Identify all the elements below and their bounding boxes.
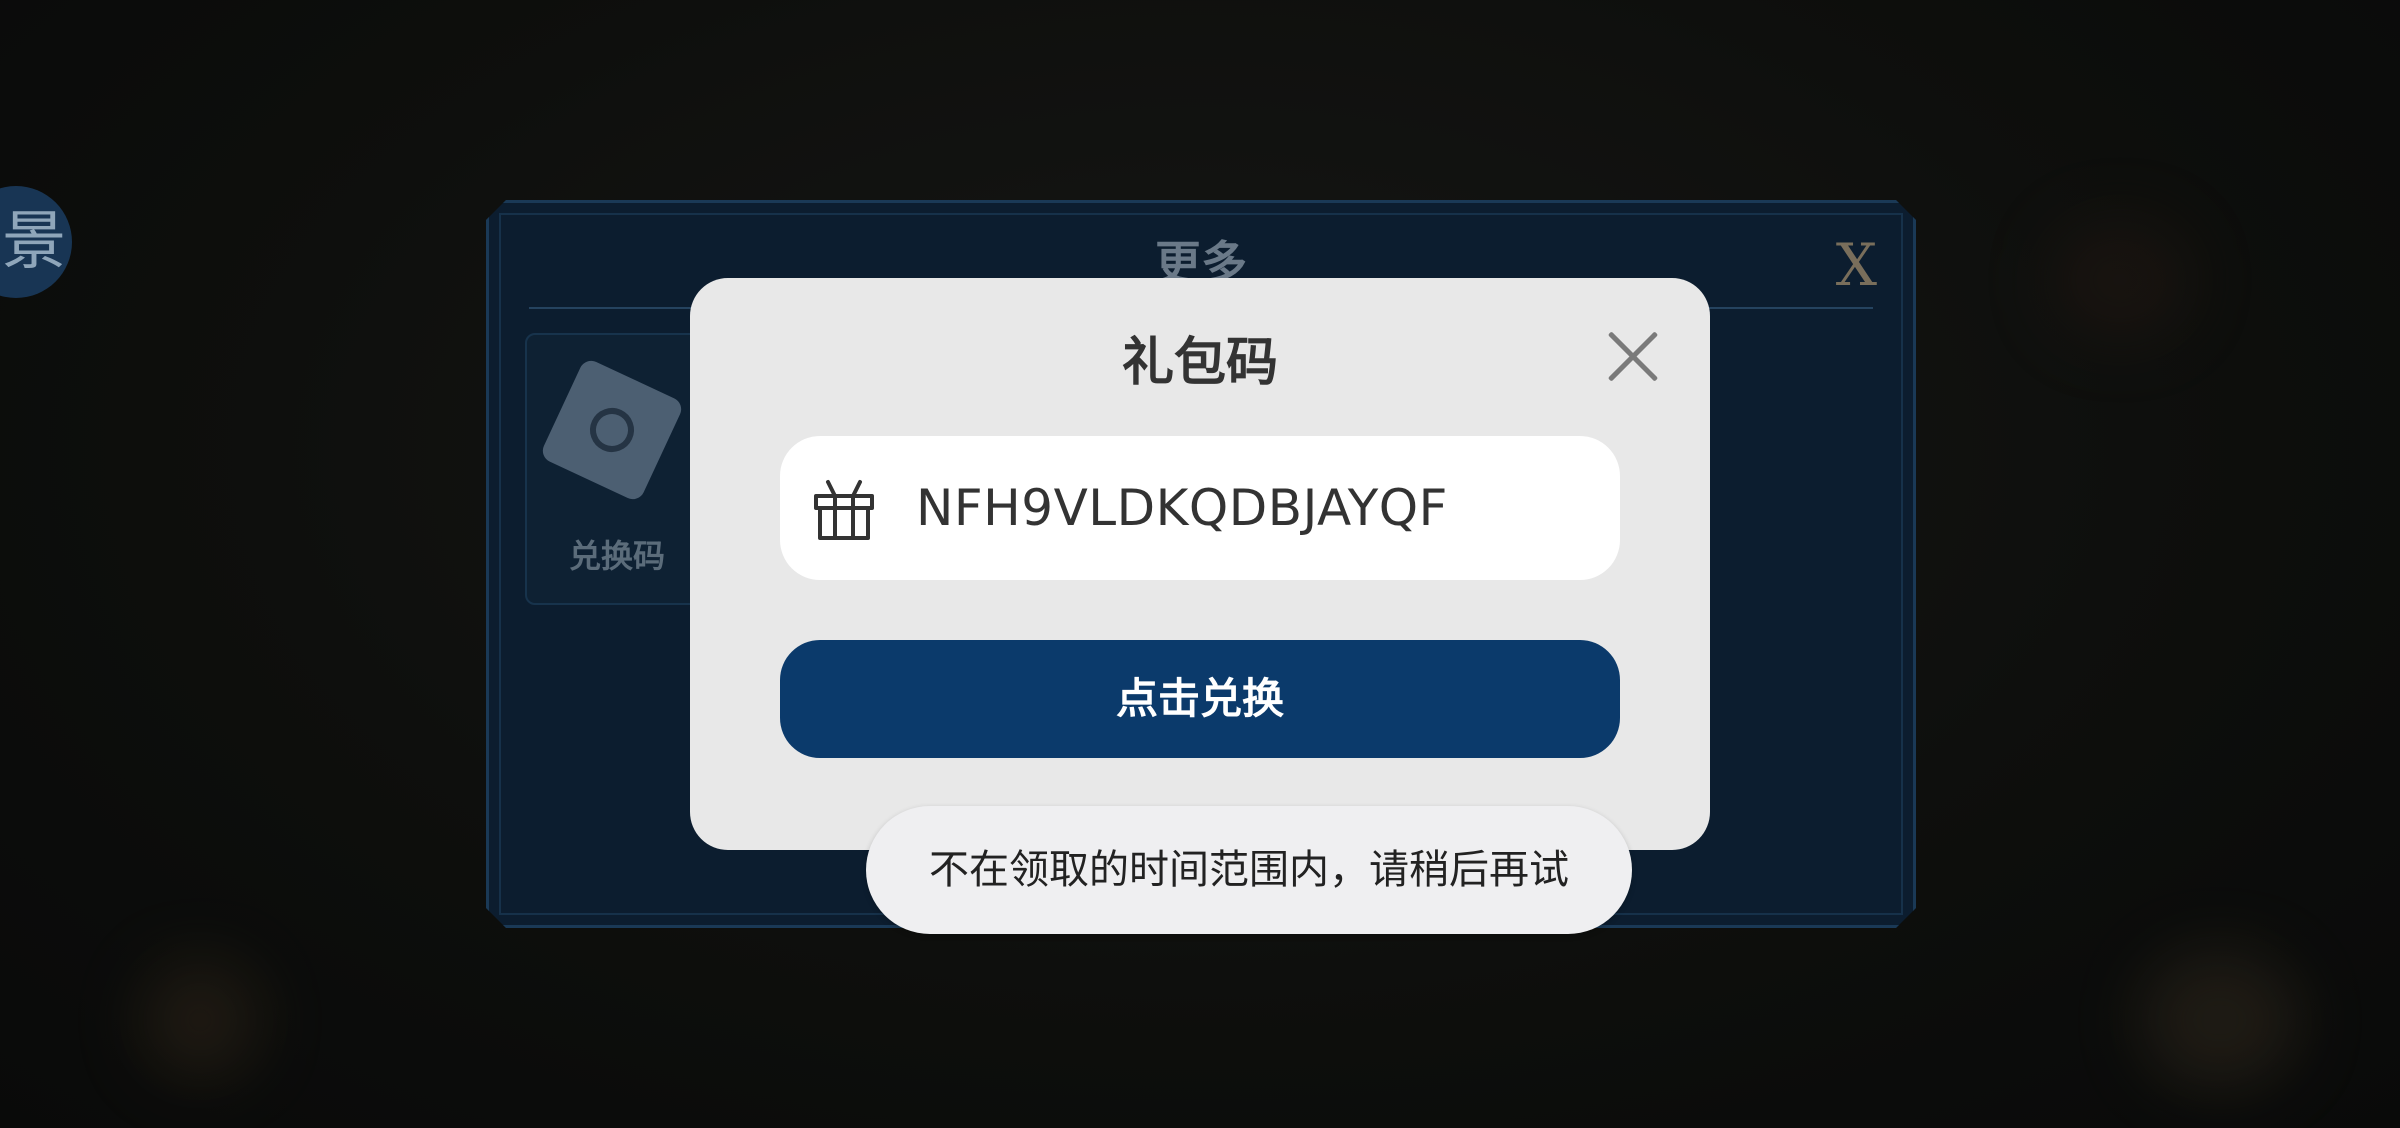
gift-code-input[interactable]: NFH9VLDKQDBJAYQF [780,436,1620,580]
redeem-button[interactable]: 点击兑换 [780,640,1620,758]
dialog-title: 礼包码 [1121,333,1278,393]
gift-icon [814,480,874,540]
gift-code-value: NFH9VLDKQDBJAYQF [916,479,1448,537]
close-icon[interactable] [1604,328,1660,384]
gift-code-dialog: 礼包码 NFH9VLDKQDBJAYQF 点击兑换 [690,278,1710,850]
toast-message: 不在领取的时间范围内，请稍后再试 [866,806,1632,934]
